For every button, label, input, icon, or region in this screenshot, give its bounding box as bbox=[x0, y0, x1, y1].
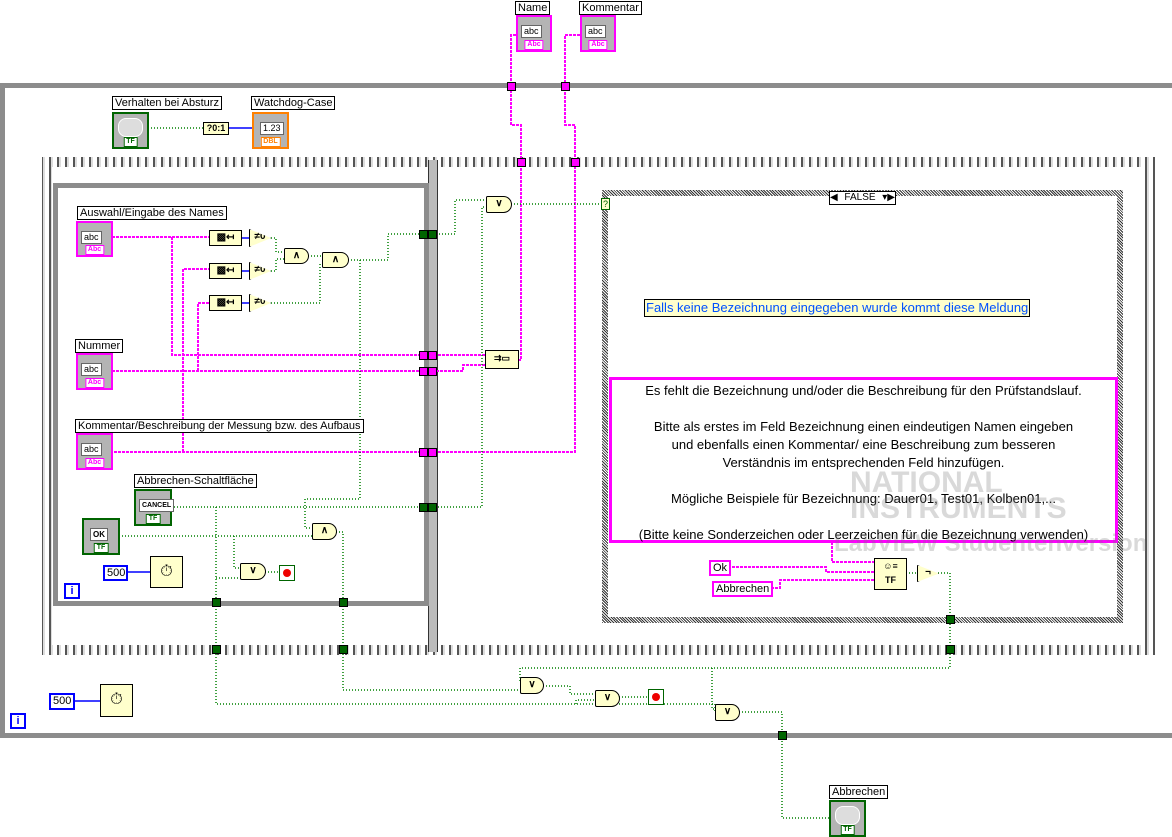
abbrechen-button-control[interactable]: CANCEL TF bbox=[134, 489, 175, 526]
tunnel bbox=[212, 598, 221, 607]
kommentar-value: abc bbox=[585, 25, 606, 38]
iteration-terminal-icon: i bbox=[64, 583, 80, 599]
type-tag: Abc bbox=[84, 245, 105, 255]
watchdog-label: Watchdog-Case bbox=[251, 96, 336, 110]
tunnel-kommentar-seq bbox=[571, 158, 580, 167]
type-tag: TF bbox=[123, 137, 138, 147]
tunnel bbox=[428, 367, 437, 376]
type-tag: Abc bbox=[84, 458, 105, 468]
tunnel bbox=[419, 230, 428, 239]
comment-label: Falls keine Bezeichnung eingegeben wurde… bbox=[644, 299, 1031, 317]
tunnel bbox=[419, 448, 428, 457]
wire-message bbox=[831, 542, 874, 563]
or-gate[interactable]: ∨ bbox=[240, 563, 266, 580]
or-gate[interactable]: ∨ bbox=[520, 677, 544, 694]
tunnel bbox=[419, 351, 428, 360]
wait-constant[interactable]: 500 bbox=[103, 565, 128, 581]
cancel-value: CANCEL bbox=[139, 499, 175, 512]
nummer-value: abc bbox=[81, 363, 102, 376]
tunnel bbox=[946, 615, 955, 624]
led-icon bbox=[835, 806, 860, 825]
concatenate-strings-node[interactable]: ⇉▭ bbox=[485, 350, 519, 369]
type-tag: Abc bbox=[84, 378, 105, 388]
stop-condition-icon[interactable] bbox=[279, 565, 295, 581]
name-label: Name bbox=[515, 1, 551, 15]
beschreibung-value: abc bbox=[81, 443, 102, 456]
kommentar-indicator[interactable]: abc Abc bbox=[580, 15, 616, 52]
type-tag: Abc bbox=[588, 40, 608, 50]
two-button-dialog-icon[interactable]: ☺≡ TF bbox=[874, 558, 907, 590]
tunnel-name-seq bbox=[517, 158, 526, 167]
or-gate[interactable]: ∨ bbox=[715, 704, 740, 721]
tunnel bbox=[428, 351, 437, 360]
or-gate[interactable]: ∨ bbox=[595, 690, 620, 707]
tunnel bbox=[428, 448, 437, 457]
and-gate[interactable]: ∧ bbox=[284, 248, 309, 264]
prev-case-icon[interactable]: ◀ bbox=[830, 192, 838, 204]
block-diagram: Name abc Abc Kommentar abc Abc Verhalten… bbox=[0, 0, 1172, 837]
tunnel bbox=[428, 230, 437, 239]
case-selector[interactable]: ◀ FALSE ▾▶ bbox=[829, 191, 896, 205]
tunnel-kommentar bbox=[561, 82, 570, 91]
type-tag: DBL bbox=[260, 137, 281, 147]
tunnel bbox=[419, 367, 428, 376]
case-selector-value: FALSE bbox=[844, 192, 876, 203]
wire-abbrechen-const bbox=[771, 579, 874, 589]
abbrechen-indicator-label: Abbrechen bbox=[829, 785, 889, 799]
bool-to-0-1-node[interactable]: ?0:1 bbox=[203, 122, 229, 135]
ok-value: OK bbox=[90, 528, 108, 541]
watchdog-value: 1.23 bbox=[260, 122, 284, 135]
wire-nummer-branch bbox=[197, 302, 209, 371]
watchdog-indicator[interactable]: 1.23 DBL bbox=[252, 112, 289, 149]
abbrechen-button-label: Abbrechen-Schaltfläche bbox=[134, 474, 257, 488]
verhalten-control[interactable]: TF bbox=[112, 112, 149, 149]
tunnel bbox=[419, 503, 428, 512]
string-length-node[interactable]: ▩↤ bbox=[209, 295, 242, 311]
nummer-label: Nummer bbox=[75, 339, 124, 353]
tunnel bbox=[212, 645, 221, 654]
nummer-control[interactable]: abc Abc bbox=[76, 353, 113, 390]
ok-string-constant[interactable]: Ok bbox=[709, 560, 732, 576]
tunnel bbox=[339, 645, 348, 654]
case-selector-terminal[interactable]: ? bbox=[601, 198, 610, 210]
string-length-node[interactable]: ▩↤ bbox=[209, 230, 242, 246]
abbrechen-string-constant[interactable]: Abbrechen bbox=[712, 581, 774, 597]
beschreibung-label: Kommentar/Beschreibung der Messung bzw. … bbox=[75, 419, 364, 433]
tunnel bbox=[778, 731, 787, 740]
tunnel bbox=[946, 645, 955, 654]
wait-ms-metronome-icon[interactable]: ⏱ bbox=[100, 684, 133, 717]
type-tag: TF bbox=[93, 543, 109, 553]
type-tag: TF bbox=[840, 825, 855, 835]
message-string-constant[interactable]: Es fehlt die Bezeichnung und/oder die Be… bbox=[609, 377, 1118, 543]
name-value: abc bbox=[521, 25, 542, 38]
type-tag: Abc bbox=[524, 40, 544, 50]
wait-constant[interactable]: 500 bbox=[49, 693, 75, 710]
and-gate[interactable]: ∧ bbox=[322, 252, 349, 268]
tunnel bbox=[428, 503, 437, 512]
verhalten-label: Verhalten bei Absturz bbox=[112, 96, 222, 110]
name-indicator[interactable]: abc Abc bbox=[516, 15, 552, 52]
tunnel-name bbox=[507, 82, 516, 91]
string-length-node[interactable]: ▩↤ bbox=[209, 263, 242, 279]
and-gate[interactable]: ∧ bbox=[312, 523, 337, 540]
kommentar-label: Kommentar bbox=[579, 1, 642, 15]
auswahl-control[interactable]: abc Abc bbox=[76, 221, 113, 257]
type-tag: TF bbox=[145, 514, 161, 524]
or-gate[interactable]: ∨ bbox=[486, 196, 512, 213]
stop-condition-icon[interactable] bbox=[648, 689, 664, 705]
wire-ok-const bbox=[728, 566, 874, 573]
toggle-icon bbox=[118, 118, 143, 137]
auswahl-label: Auswahl/Eingabe des Names bbox=[77, 206, 227, 220]
tunnel bbox=[339, 598, 348, 607]
beschreibung-control[interactable]: abc Abc bbox=[76, 433, 113, 470]
chevron-down-icon[interactable]: ▾▶ bbox=[882, 192, 895, 204]
ok-button-control[interactable]: OK TF bbox=[82, 518, 120, 555]
abbrechen-indicator[interactable]: TF bbox=[829, 800, 866, 837]
auswahl-value: abc bbox=[81, 231, 102, 244]
iteration-terminal-icon: i bbox=[10, 713, 26, 729]
wait-ms-metronome-icon[interactable]: ⏱ bbox=[150, 556, 183, 588]
